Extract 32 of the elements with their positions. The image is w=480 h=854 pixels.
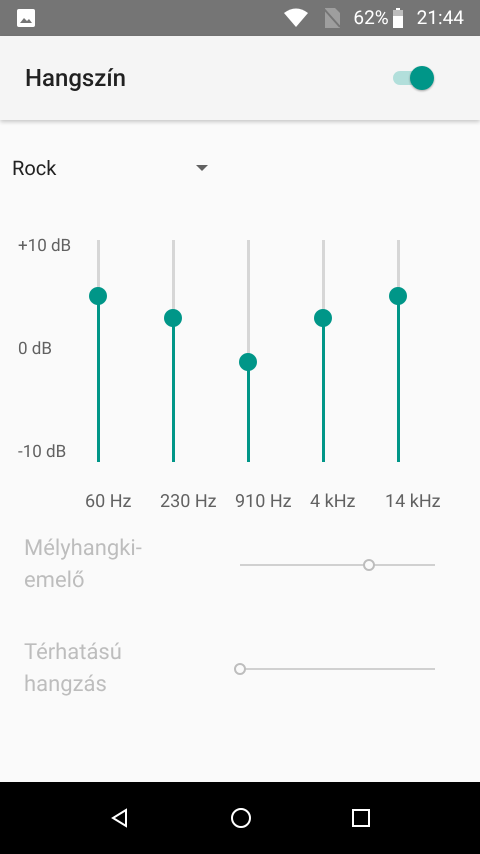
battery-percent: 62% xyxy=(353,4,389,31)
effect-label: Mélyhangki-emelő xyxy=(24,535,143,595)
slider-thumb[interactable] xyxy=(389,286,407,304)
app-title: Hangszín xyxy=(25,63,126,94)
slider-track[interactable] xyxy=(96,240,100,462)
slider-thumb[interactable] xyxy=(314,308,332,327)
frequency-label: 60 Hz xyxy=(85,491,132,512)
clock: 21:44 xyxy=(416,4,464,31)
slider-thumb[interactable] xyxy=(164,308,182,327)
back-icon[interactable] xyxy=(110,808,130,828)
frequency-label: 14 kHz xyxy=(385,491,441,512)
slider-track[interactable] xyxy=(172,240,174,462)
home-icon[interactable] xyxy=(230,807,252,829)
recents-icon[interactable] xyxy=(352,809,370,827)
wifi-icon xyxy=(283,8,310,28)
slider-track[interactable] xyxy=(246,240,250,462)
preset-dropdown[interactable]: Rock xyxy=(12,148,208,188)
caret-icon xyxy=(196,165,208,171)
slider-track[interactable] xyxy=(322,240,324,462)
frequency-label: 910 Hz xyxy=(235,491,292,512)
battery-icon xyxy=(392,8,403,28)
effect-label: Térhatású hangzás xyxy=(24,639,123,699)
db-label: 0 dB xyxy=(18,341,52,358)
frequency-label: 230 Hz xyxy=(160,491,217,512)
image-icon xyxy=(16,8,36,28)
slider-thumb[interactable] xyxy=(89,286,107,304)
slider-thumb[interactable] xyxy=(239,353,257,372)
no-sim-icon xyxy=(323,7,342,29)
frequency-label: 4 kHz xyxy=(310,491,356,512)
db-label: -10 dB xyxy=(18,444,66,461)
db-label: +10 dB xyxy=(18,238,72,255)
slider-track[interactable] xyxy=(396,240,400,462)
